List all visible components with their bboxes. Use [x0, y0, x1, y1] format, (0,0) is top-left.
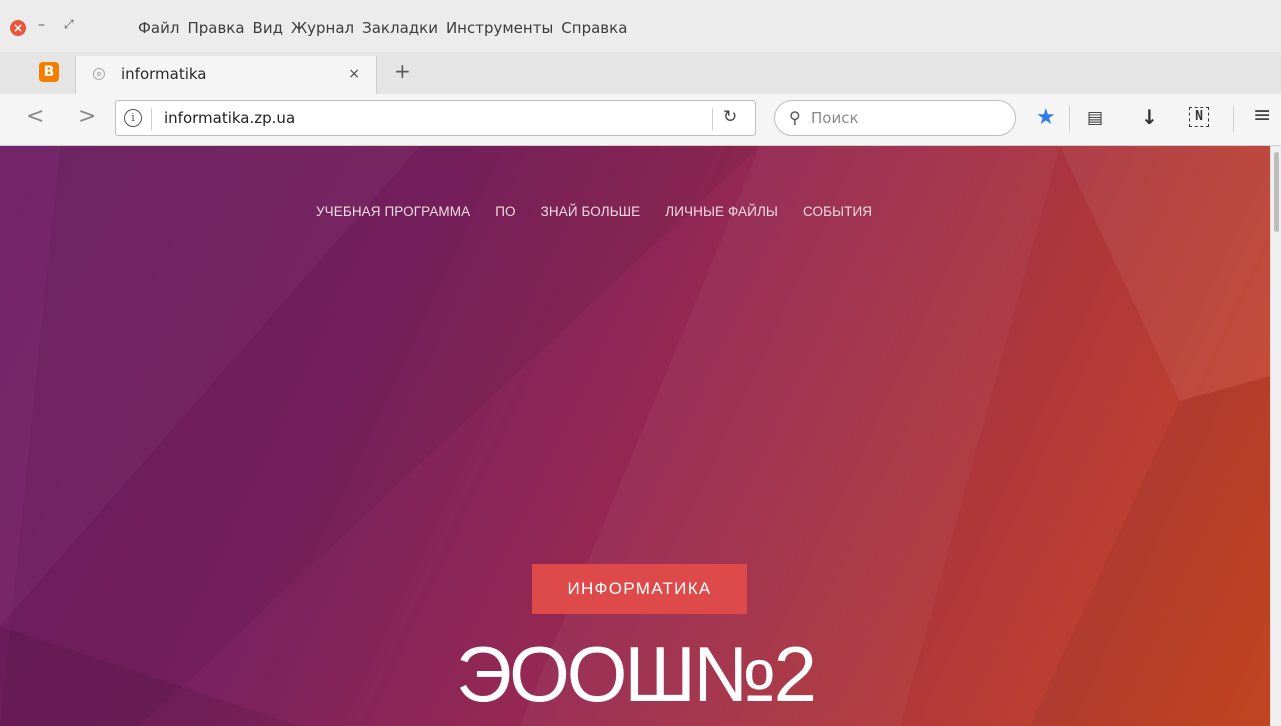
tab-close-icon[interactable]: ×	[348, 66, 360, 82]
tab-informatika[interactable]: informatika ×	[75, 56, 377, 94]
menu-help[interactable]: Справка	[561, 19, 627, 37]
blogger-icon[interactable]: B	[39, 62, 59, 82]
menu-bar: × – ⤢ Файл Правка Вид Журнал Закладки Ин…	[0, 0, 1281, 52]
back-arrow-icon[interactable]: <	[26, 104, 44, 129]
toolbar-separator	[1069, 106, 1070, 132]
site-nav-learn-more[interactable]: ЗНАЙ БОЛЬШЕ	[541, 204, 641, 219]
download-icon[interactable]: ↓	[1141, 105, 1158, 129]
site-nav-events[interactable]: СОБЫТИЯ	[803, 204, 872, 219]
category-badge: ИНФОРМАТИКА	[532, 564, 747, 614]
close-window-icon[interactable]: ×	[10, 20, 26, 36]
scroll-thumb[interactable]	[1274, 152, 1279, 232]
menu-file[interactable]: Файл	[138, 19, 179, 37]
hamburger-menu-icon[interactable]: ≡	[1253, 103, 1271, 128]
url-bar[interactable]: i informatika.zp.ua ↻	[115, 100, 756, 136]
toolbar-separator-2	[1233, 106, 1234, 132]
url-separator	[151, 108, 152, 130]
maximize-icon[interactable]: ⤢	[64, 17, 74, 32]
site-nav-personal-files[interactable]: ЛИЧНЫЕ ФАЙЛЫ	[665, 204, 778, 219]
menu-tools[interactable]: Инструменты	[446, 19, 553, 37]
search-placeholder: Поиск	[811, 109, 859, 127]
menu-items: Файл Правка Вид Журнал Закладки Инструме…	[138, 19, 635, 37]
site-favicon-icon	[93, 68, 105, 80]
extension-icon[interactable]: N	[1189, 107, 1209, 127]
site-nav-software[interactable]: ПО	[495, 204, 515, 219]
reader-icon[interactable]: ▤	[1087, 108, 1103, 128]
hero-title: ЭООШ№2	[456, 630, 817, 718]
menu-bookmarks[interactable]: Закладки	[362, 19, 438, 37]
menu-history[interactable]: Журнал	[291, 19, 354, 37]
url-text[interactable]: informatika.zp.ua	[164, 109, 295, 127]
bookmark-star-icon[interactable]: ★	[1036, 105, 1056, 130]
reload-icon[interactable]: ↻	[723, 107, 737, 127]
scrollbar[interactable]	[1270, 146, 1281, 726]
forward-arrow-icon[interactable]: >	[78, 104, 96, 129]
search-icon: ⚲	[789, 108, 801, 127]
menu-edit[interactable]: Правка	[187, 19, 244, 37]
minimize-icon[interactable]: –	[38, 17, 45, 33]
menu-view[interactable]: Вид	[253, 19, 283, 37]
page-hero: УЧЕБНАЯ ПРОГРАММА ПО ЗНАЙ БОЛЬШЕ ЛИЧНЫЕ …	[0, 146, 1270, 726]
search-input[interactable]: ⚲ Поиск	[774, 100, 1016, 136]
site-nav: УЧЕБНАЯ ПРОГРАММА ПО ЗНАЙ БОЛЬШЕ ЛИЧНЫЕ …	[316, 204, 897, 219]
url-separator-right	[712, 108, 713, 130]
site-nav-curriculum[interactable]: УЧЕБНАЯ ПРОГРАММА	[316, 204, 470, 219]
tab-title: informatika	[121, 65, 207, 83]
new-tab-button[interactable]: +	[394, 61, 411, 81]
info-icon[interactable]: i	[124, 109, 142, 127]
